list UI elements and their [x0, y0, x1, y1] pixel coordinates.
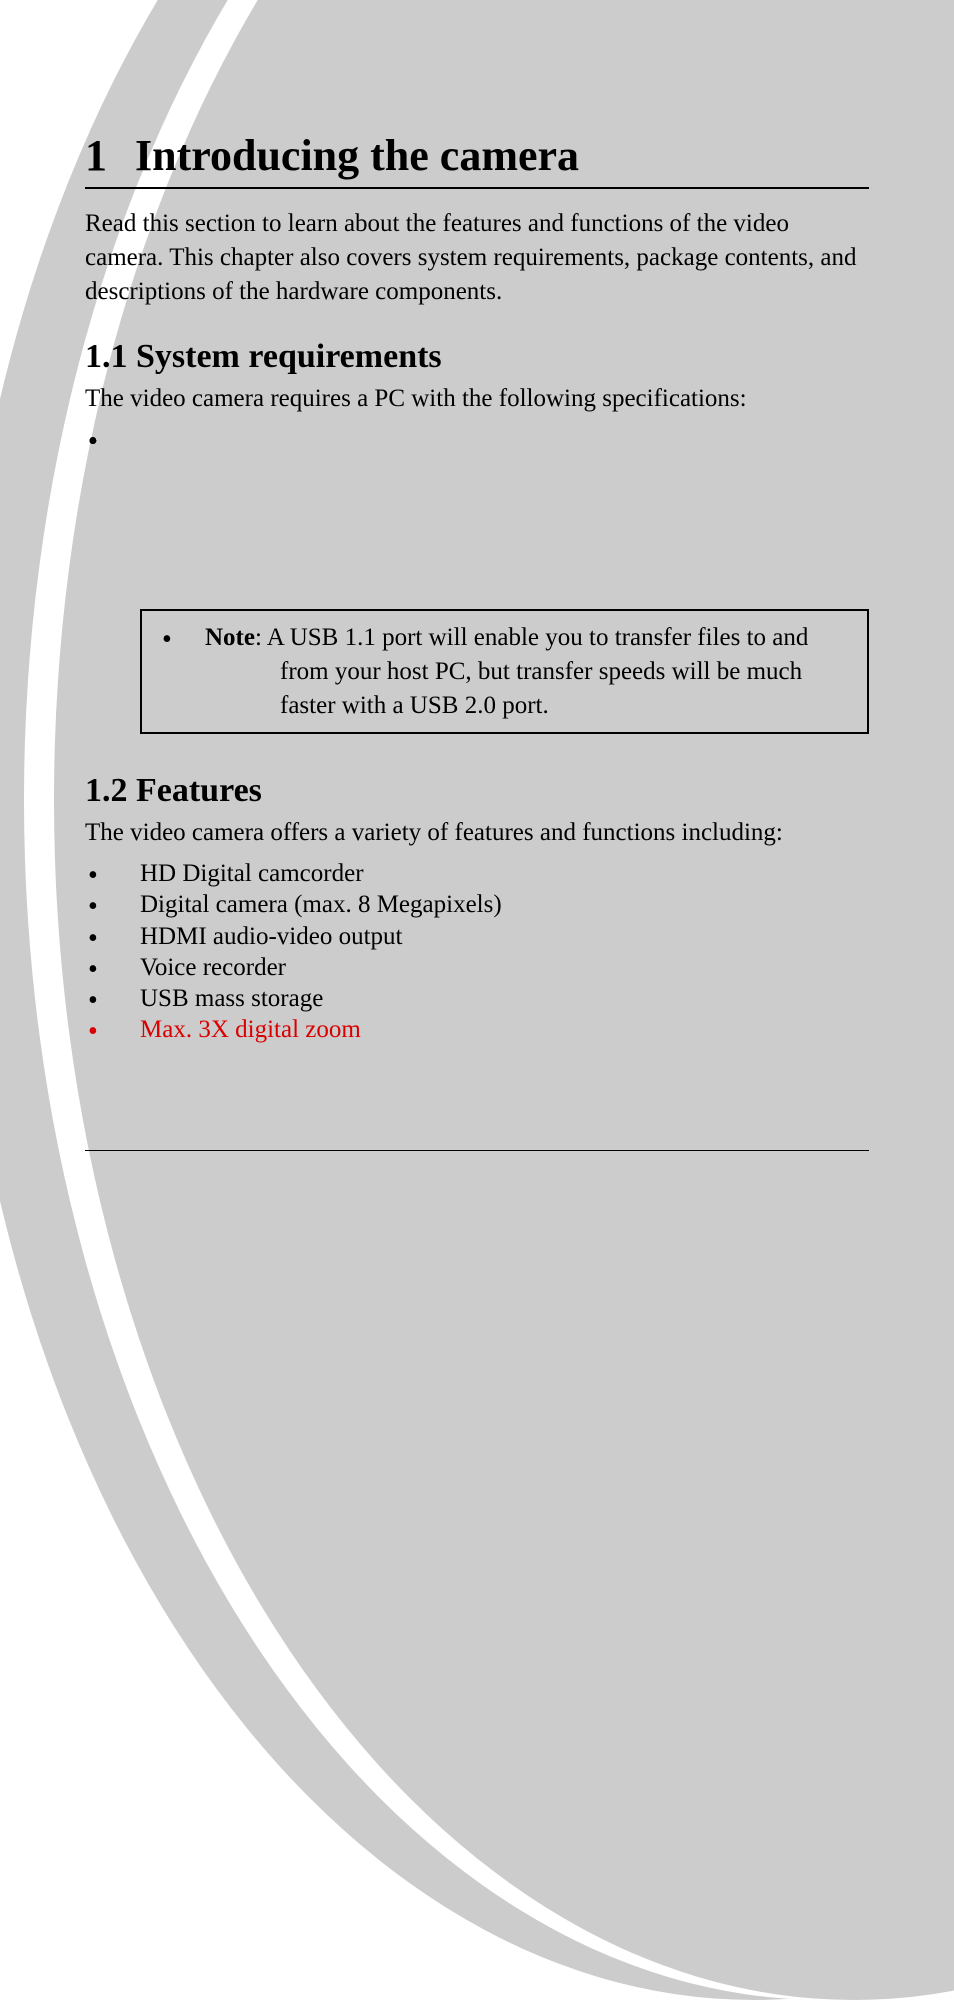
page-content: 1 Introducing the camera Read this secti… [0, 0, 954, 1046]
chapter-title-text: Introducing the camera [135, 130, 579, 181]
section-1-2-heading: 1.2 Features [85, 772, 869, 810]
features-list: HD Digital camcorder Digital camera (max… [85, 858, 869, 1046]
system-requirements-list [85, 424, 869, 579]
list-item: Digital camera (max. 8 Megapixels) [85, 889, 869, 920]
note-box: Note: A USB 1.1 port will enable you to … [140, 609, 869, 734]
list-item-highlighted: Max. 3X digital zoom [85, 1014, 869, 1045]
section-1-1-intro: The video camera requires a PC with the … [85, 382, 869, 416]
note-label: Note [205, 624, 255, 651]
note-text-line2: from your host PC, but transfer speeds w… [205, 655, 849, 689]
chapter-intro: Read this section to learn about the fea… [85, 207, 869, 308]
section-1-2-intro: The video camera offers a variety of fea… [85, 816, 869, 850]
list-item: HDMI audio-video output [85, 921, 869, 952]
list-item: HD Digital camcorder [85, 858, 869, 889]
footer-rule [85, 1150, 869, 1151]
note-text-line1: : A USB 1.1 port will enable you to tran… [255, 624, 808, 651]
chapter-title: 1 Introducing the camera [85, 130, 869, 189]
list-item: USB mass storage [85, 983, 869, 1014]
chapter-number: 1 [85, 130, 107, 181]
note-text-line3: faster with a USB 2.0 port. [205, 689, 849, 723]
note-content: Note: A USB 1.1 port will enable you to … [150, 621, 849, 722]
list-item: Voice recorder [85, 952, 869, 983]
section-1-1-heading: 1.1 System requirements [85, 338, 869, 376]
